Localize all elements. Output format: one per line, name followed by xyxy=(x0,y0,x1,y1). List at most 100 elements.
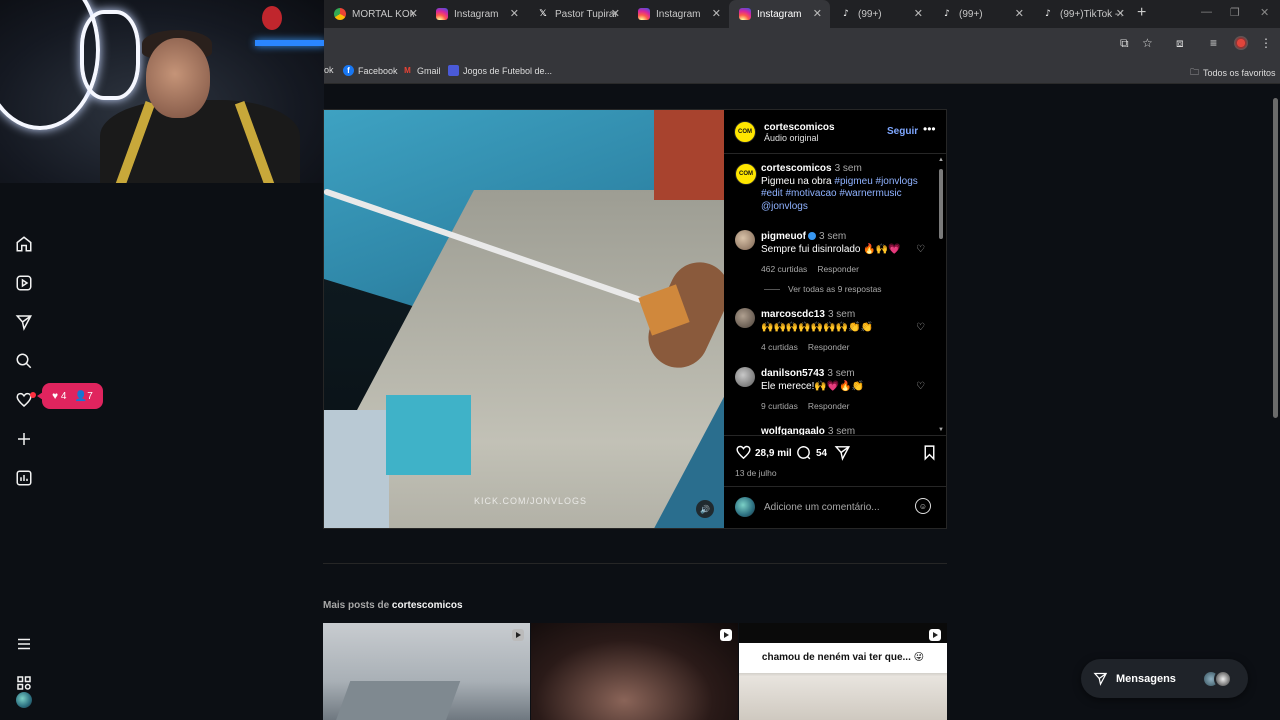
facebook-icon: f xyxy=(343,65,354,76)
close-icon[interactable]: ✕ xyxy=(813,7,822,20)
thumb-title: chamou de neném vai ter que... 😜 xyxy=(739,643,947,673)
account-avatar[interactable]: COM xyxy=(734,121,756,143)
tab-mortal-kombat[interactable]: MORTAL KOMBAT ✕ xyxy=(324,0,426,28)
game-icon xyxy=(448,65,459,76)
instagram-icon xyxy=(436,8,448,20)
comment-avatar[interactable] xyxy=(735,230,755,250)
tab-tiktok[interactable]: ♪ (99+) ✕ xyxy=(931,0,1032,28)
page-scrollbar[interactable] xyxy=(1271,86,1280,720)
more-posts-heading: Mais posts de cortescomicos xyxy=(323,600,463,611)
post-caption: cortescomicos 3 sem Pigmeu na obra #pigme… xyxy=(761,163,918,212)
close-window-button[interactable]: ✕ xyxy=(1260,6,1269,19)
save-bookmark-icon[interactable] xyxy=(921,444,938,466)
figure-toy xyxy=(262,6,282,30)
post-video[interactable]: KICK.COM/JONVLOGS 🔊 xyxy=(324,110,724,528)
webcam-overlay xyxy=(0,0,324,183)
hamburger-menu-icon[interactable] xyxy=(14,634,34,654)
tab-instagram[interactable]: Instagram ✕ xyxy=(628,0,729,28)
close-icon[interactable]: ✕ xyxy=(409,7,418,20)
my-avatar xyxy=(735,497,755,517)
profile-avatar[interactable] xyxy=(1234,36,1248,50)
close-icon[interactable]: ✕ xyxy=(914,7,923,20)
post-actions: 28,9 mil 54 13 de julho xyxy=(724,435,946,485)
home-icon[interactable] xyxy=(14,234,34,254)
post-header: COM cortescomicos Áudio original Seguir … xyxy=(724,110,946,154)
comment-item: wolfgangaalo 3 sem xyxy=(761,426,856,435)
close-icon[interactable]: ✕ xyxy=(1015,7,1024,20)
minimize-button[interactable]: — xyxy=(1201,6,1212,18)
bookmark-partial[interactable]: ok xyxy=(324,65,334,75)
comment-input[interactable]: Adicione um comentário... xyxy=(764,502,880,513)
chrome-icon xyxy=(334,8,346,20)
volume-icon[interactable]: 🔊 xyxy=(696,500,714,518)
notification-popup[interactable]: ♥ 4 👤7 xyxy=(37,383,103,409)
comment-avatar[interactable] xyxy=(735,308,755,328)
cast-icon[interactable]: ⧉ xyxy=(1120,36,1129,51)
tab-instagram[interactable]: Instagram ✕ xyxy=(426,0,527,28)
bookmark-gmail[interactable]: M Gmail xyxy=(402,65,440,76)
close-icon[interactable]: ✕ xyxy=(611,7,620,20)
close-icon[interactable]: ✕ xyxy=(510,7,519,20)
comment-item: danilson5743 3 sem Ele merece!🙌💗🔥👏 9 curt… xyxy=(761,368,865,411)
emoji-icon[interactable]: ☺ xyxy=(915,498,931,514)
notification-dot xyxy=(30,392,36,398)
account-name[interactable]: cortescomicos xyxy=(764,122,835,133)
streamer-face xyxy=(146,38,210,118)
view-replies[interactable]: Ver todas as 9 respostas xyxy=(764,284,882,294)
more-options-icon[interactable]: ••• xyxy=(923,122,936,136)
heart-icon: ♥ xyxy=(52,390,59,402)
close-icon[interactable]: ✕ xyxy=(1116,7,1125,20)
extensions-icon[interactable]: ⧈ xyxy=(1176,36,1184,51)
tab-tiktok[interactable]: ♪ (99+)TikTok - M ✕ xyxy=(1032,0,1133,28)
like-comment-icon[interactable]: ♡ xyxy=(916,381,925,392)
bookmark-star-icon[interactable]: ☆ xyxy=(1142,36,1153,50)
share-icon[interactable] xyxy=(834,444,851,466)
verified-badge-icon xyxy=(808,232,816,240)
create-plus-icon[interactable] xyxy=(14,429,34,449)
like-comment-icon[interactable]: ♡ xyxy=(916,322,925,333)
neon-light xyxy=(80,10,140,100)
post-modal: KICK.COM/JONVLOGS 🔊 COM cortescomicos Áu… xyxy=(323,109,947,529)
dashboard-icon[interactable] xyxy=(14,468,34,488)
more-post-thumb[interactable] xyxy=(531,623,738,720)
likes-count[interactable]: 28,9 mil xyxy=(755,448,792,459)
comment-avatar[interactable] xyxy=(735,367,755,387)
streamer-body xyxy=(100,100,300,183)
profile-avatar[interactable] xyxy=(16,692,32,708)
comments-list: COM cortescomicos 3 sem Pigmeu na obra #p… xyxy=(724,155,946,435)
comments-count: 54 xyxy=(816,448,828,459)
avatar xyxy=(1214,670,1232,688)
caption-avatar[interactable]: COM xyxy=(735,163,757,185)
reel-icon xyxy=(720,629,732,641)
menu-dots-icon[interactable]: ⋮ xyxy=(1260,36,1272,50)
more-post-thumb[interactable]: chamou de neném vai ter que... 😜 xyxy=(739,623,947,720)
like-comment-icon[interactable]: ♡ xyxy=(916,244,925,255)
maximize-button[interactable]: ❐ xyxy=(1230,6,1240,19)
bookmarks-bar: ok f Facebook M Gmail Jogos de Futebol d… xyxy=(324,58,1280,84)
search-icon[interactable] xyxy=(14,351,34,371)
bookmark-all-favorites[interactable]: 🗀 Todos os favoritos xyxy=(1190,65,1276,81)
bookmark-facebook[interactable]: f Facebook xyxy=(343,65,398,76)
tiktok-icon: ♪ xyxy=(843,9,849,19)
like-heart-icon[interactable] xyxy=(735,444,752,466)
bookmark-football-games[interactable]: Jogos de Futebol de... xyxy=(448,65,552,76)
comment-item: marcoscdc13 3 sem 🙌🙌🙌🙌🙌🙌🙌👏👏 4 curtidas Res… xyxy=(761,309,874,352)
tab-x-pastor[interactable]: 𝕏 Pastor Tupiranga ✕ xyxy=(527,0,628,28)
comments-scrollbar[interactable]: ▲ ▼ xyxy=(938,157,944,433)
messages-button[interactable]: Mensagens xyxy=(1081,659,1248,698)
add-comment-bar: Adicione um comentário... ☺ xyxy=(724,486,946,528)
direct-icon[interactable] xyxy=(14,312,34,332)
media-control-icon[interactable]: ≡ xyxy=(1210,36,1217,50)
section-divider xyxy=(323,563,947,564)
new-tab-button[interactable]: + xyxy=(1137,4,1146,22)
instagram-icon xyxy=(739,8,751,20)
tab-tiktok[interactable]: ♪ (99+) ✕ xyxy=(830,0,931,28)
audio-label[interactable]: Áudio original xyxy=(764,133,835,143)
close-icon[interactable]: ✕ xyxy=(712,7,721,20)
threads-icon[interactable] xyxy=(14,673,34,693)
reels-icon[interactable] xyxy=(14,273,34,293)
tab-instagram-active[interactable]: Instagram ✕ xyxy=(729,0,830,28)
comment-icon[interactable] xyxy=(795,444,812,466)
more-post-thumb[interactable] xyxy=(323,623,530,720)
follow-button[interactable]: Seguir xyxy=(887,126,918,137)
